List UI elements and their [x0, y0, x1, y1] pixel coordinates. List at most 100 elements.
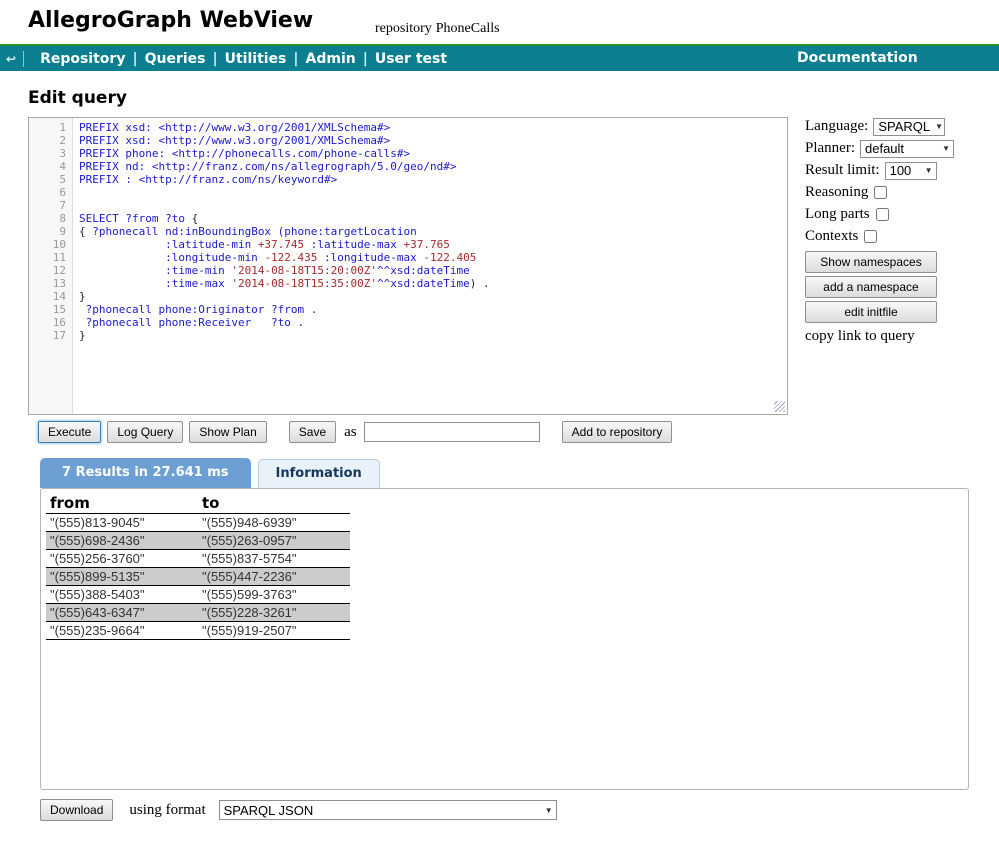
code-segment: +37.765	[404, 238, 450, 251]
planner-select[interactable]: default ▼	[860, 140, 954, 158]
download-format-select[interactable]: SPARQL JSON ▼	[219, 800, 557, 820]
save-button[interactable]: Save	[289, 421, 336, 443]
code-segment: PREFIX xsd: <http://www.w3.org/2001/XMLS…	[79, 134, 390, 147]
show-namespaces-button[interactable]: Show namespaces	[805, 251, 937, 273]
code-segment: -122.405	[423, 251, 476, 264]
option-buttons: Show namespaces add a namespace edit initf…	[805, 251, 975, 323]
code-line: }	[79, 290, 787, 303]
save-name-input[interactable]	[364, 422, 540, 442]
edit-initfile-button[interactable]: edit initfile	[805, 301, 937, 323]
page-title: Edit query	[28, 88, 127, 108]
nav-separator: |	[293, 51, 298, 67]
result-limit-select[interactable]: 100 ▼	[885, 162, 937, 180]
tab-results[interactable]: 7 Results in 27.641 ms	[40, 458, 251, 488]
line-number: 2	[29, 134, 66, 147]
code-line: PREFIX nd: <http://franz.com/ns/allegrog…	[79, 160, 787, 173]
log-query-button[interactable]: Log Query	[107, 421, 183, 443]
nav-divider	[23, 51, 24, 67]
result-cell: "(555)813-9045"	[46, 514, 198, 532]
code-segment: -122.435	[264, 251, 317, 264]
reasoning-checkbox[interactable]	[874, 186, 887, 199]
line-number: 7	[29, 199, 66, 212]
code-segment: ?phonecall phone:Receiver ?to	[79, 316, 298, 329]
download-button[interactable]: Download	[40, 799, 113, 821]
checkbox-label: Long parts	[805, 206, 870, 223]
result-cell: "(555)899-5135"	[46, 568, 198, 586]
line-number: 3	[29, 147, 66, 160]
code-line: PREFIX : <http://franz.com/ns/keyword#>	[79, 173, 787, 186]
code-segment: SELECT ?from ?to	[79, 212, 192, 225]
query-options-panel: Language: SPARQL ▼ Planner: default ▼ Re…	[805, 116, 975, 345]
allegrograph-webview-app: AllegroGraph WebView repositoryPhoneCall…	[0, 0, 999, 848]
execute-button[interactable]: Execute	[38, 421, 101, 443]
checkbox-row-reasoning: Reasoning	[805, 182, 975, 203]
nav-item-user-test[interactable]: User test	[375, 51, 447, 67]
code-line: ?phonecall phone:Receiver ?to .	[79, 316, 787, 329]
code-segment: }	[79, 329, 86, 342]
code-line: PREFIX xsd: <http://www.w3.org/2001/XMLS…	[79, 121, 787, 134]
chevron-down-icon: ▼	[545, 806, 553, 815]
table-row: "(555)388-5403""(555)599-3763"	[46, 586, 350, 604]
results-table-body: "(555)813-9045""(555)948-6939""(555)698-…	[46, 514, 350, 640]
results-table-head: fromto	[46, 493, 350, 514]
code-line: :longitude-min -122.435 :longitude-max -…	[79, 251, 787, 264]
nav-item-admin[interactable]: Admin	[306, 51, 356, 67]
code-area[interactable]: PREFIX xsd: <http://www.w3.org/2001/XMLS…	[73, 118, 787, 414]
line-number-gutter: 1234567891011121314151617	[29, 118, 73, 414]
option-checkboxes: ReasoningLong partsContexts	[805, 182, 975, 247]
line-number: 14	[29, 290, 66, 303]
nav-item-repository[interactable]: Repository	[40, 51, 125, 67]
table-row: "(555)235-9664""(555)919-2507"	[46, 622, 350, 640]
nav-items: Repository|Queries|Utilities|Admin|User …	[33, 51, 454, 67]
code-segment: .	[298, 316, 305, 329]
planner-selected-value: default	[865, 141, 904, 156]
language-label: Language:	[805, 118, 868, 135]
contexts-checkbox[interactable]	[864, 230, 877, 243]
show-plan-button[interactable]: Show Plan	[189, 421, 266, 443]
save-as-label: as	[344, 424, 357, 441]
using-format-label: using format	[129, 802, 205, 819]
repository-indicator: repositoryPhoneCalls	[375, 21, 504, 37]
language-select[interactable]: SPARQL ▼	[873, 118, 945, 136]
copy-link-to-query[interactable]: copy link to query	[805, 328, 975, 345]
query-editor[interactable]: 1234567891011121314151617 PREFIX xsd: <h…	[28, 117, 788, 415]
result-cell: "(555)388-5403"	[46, 586, 198, 604]
line-number: 9	[29, 225, 66, 238]
download-format-selected-value: SPARQL JSON	[224, 803, 314, 818]
resize-handle-icon[interactable]	[774, 401, 785, 412]
app-title: AllegroGraph WebView	[28, 8, 313, 33]
line-number: 12	[29, 264, 66, 277]
code-segment: ?phonecall nd:inBoundingBox (phone:targe…	[92, 225, 417, 238]
line-number: 1	[29, 121, 66, 134]
code-line: :latitude-min +37.745 :latitude-max +37.…	[79, 238, 787, 251]
tab-information[interactable]: Information	[258, 459, 380, 488]
add-to-repository-button[interactable]: Add to repository	[562, 421, 673, 443]
table-row: "(555)899-5135""(555)447-2236"	[46, 568, 350, 586]
nav-item-utilities[interactable]: Utilities	[225, 51, 287, 67]
line-number: 16	[29, 316, 66, 329]
code-line: ?phonecall phone:Originator ?from .	[79, 303, 787, 316]
code-line: :time-max '2014-08-18T15:35:00Z'^^xsd:da…	[79, 277, 787, 290]
line-number: 11	[29, 251, 66, 264]
line-number: 6	[29, 186, 66, 199]
query-actions: Execute Log Query Show Plan Save as Add …	[38, 421, 678, 443]
back-icon[interactable]: ↩	[6, 52, 16, 66]
code-segment: }	[79, 290, 86, 303]
result-cell: "(555)228-3261"	[198, 604, 350, 622]
nav-item-queries[interactable]: Queries	[145, 51, 206, 67]
results-tabs: 7 Results in 27.641 ms Information	[40, 458, 380, 488]
repository-name[interactable]: PhoneCalls	[436, 21, 500, 36]
column-header-from: from	[46, 493, 198, 514]
add-a-namespace-button[interactable]: add a namespace	[805, 276, 937, 298]
long-parts-checkbox[interactable]	[876, 208, 889, 221]
code-segment: ^^xsd:dateTime	[377, 277, 470, 290]
result-cell: "(555)919-2507"	[198, 622, 350, 640]
line-number: 10	[29, 238, 66, 251]
result-limit-selected-value: 100	[890, 163, 912, 178]
line-number: 15	[29, 303, 66, 316]
result-cell: "(555)698-2436"	[46, 532, 198, 550]
result-cell: "(555)599-3763"	[198, 586, 350, 604]
nav-item-documentation[interactable]: Documentation	[797, 50, 918, 66]
code-line: { ?phonecall nd:inBoundingBox (phone:tar…	[79, 225, 787, 238]
code-line	[79, 199, 787, 212]
